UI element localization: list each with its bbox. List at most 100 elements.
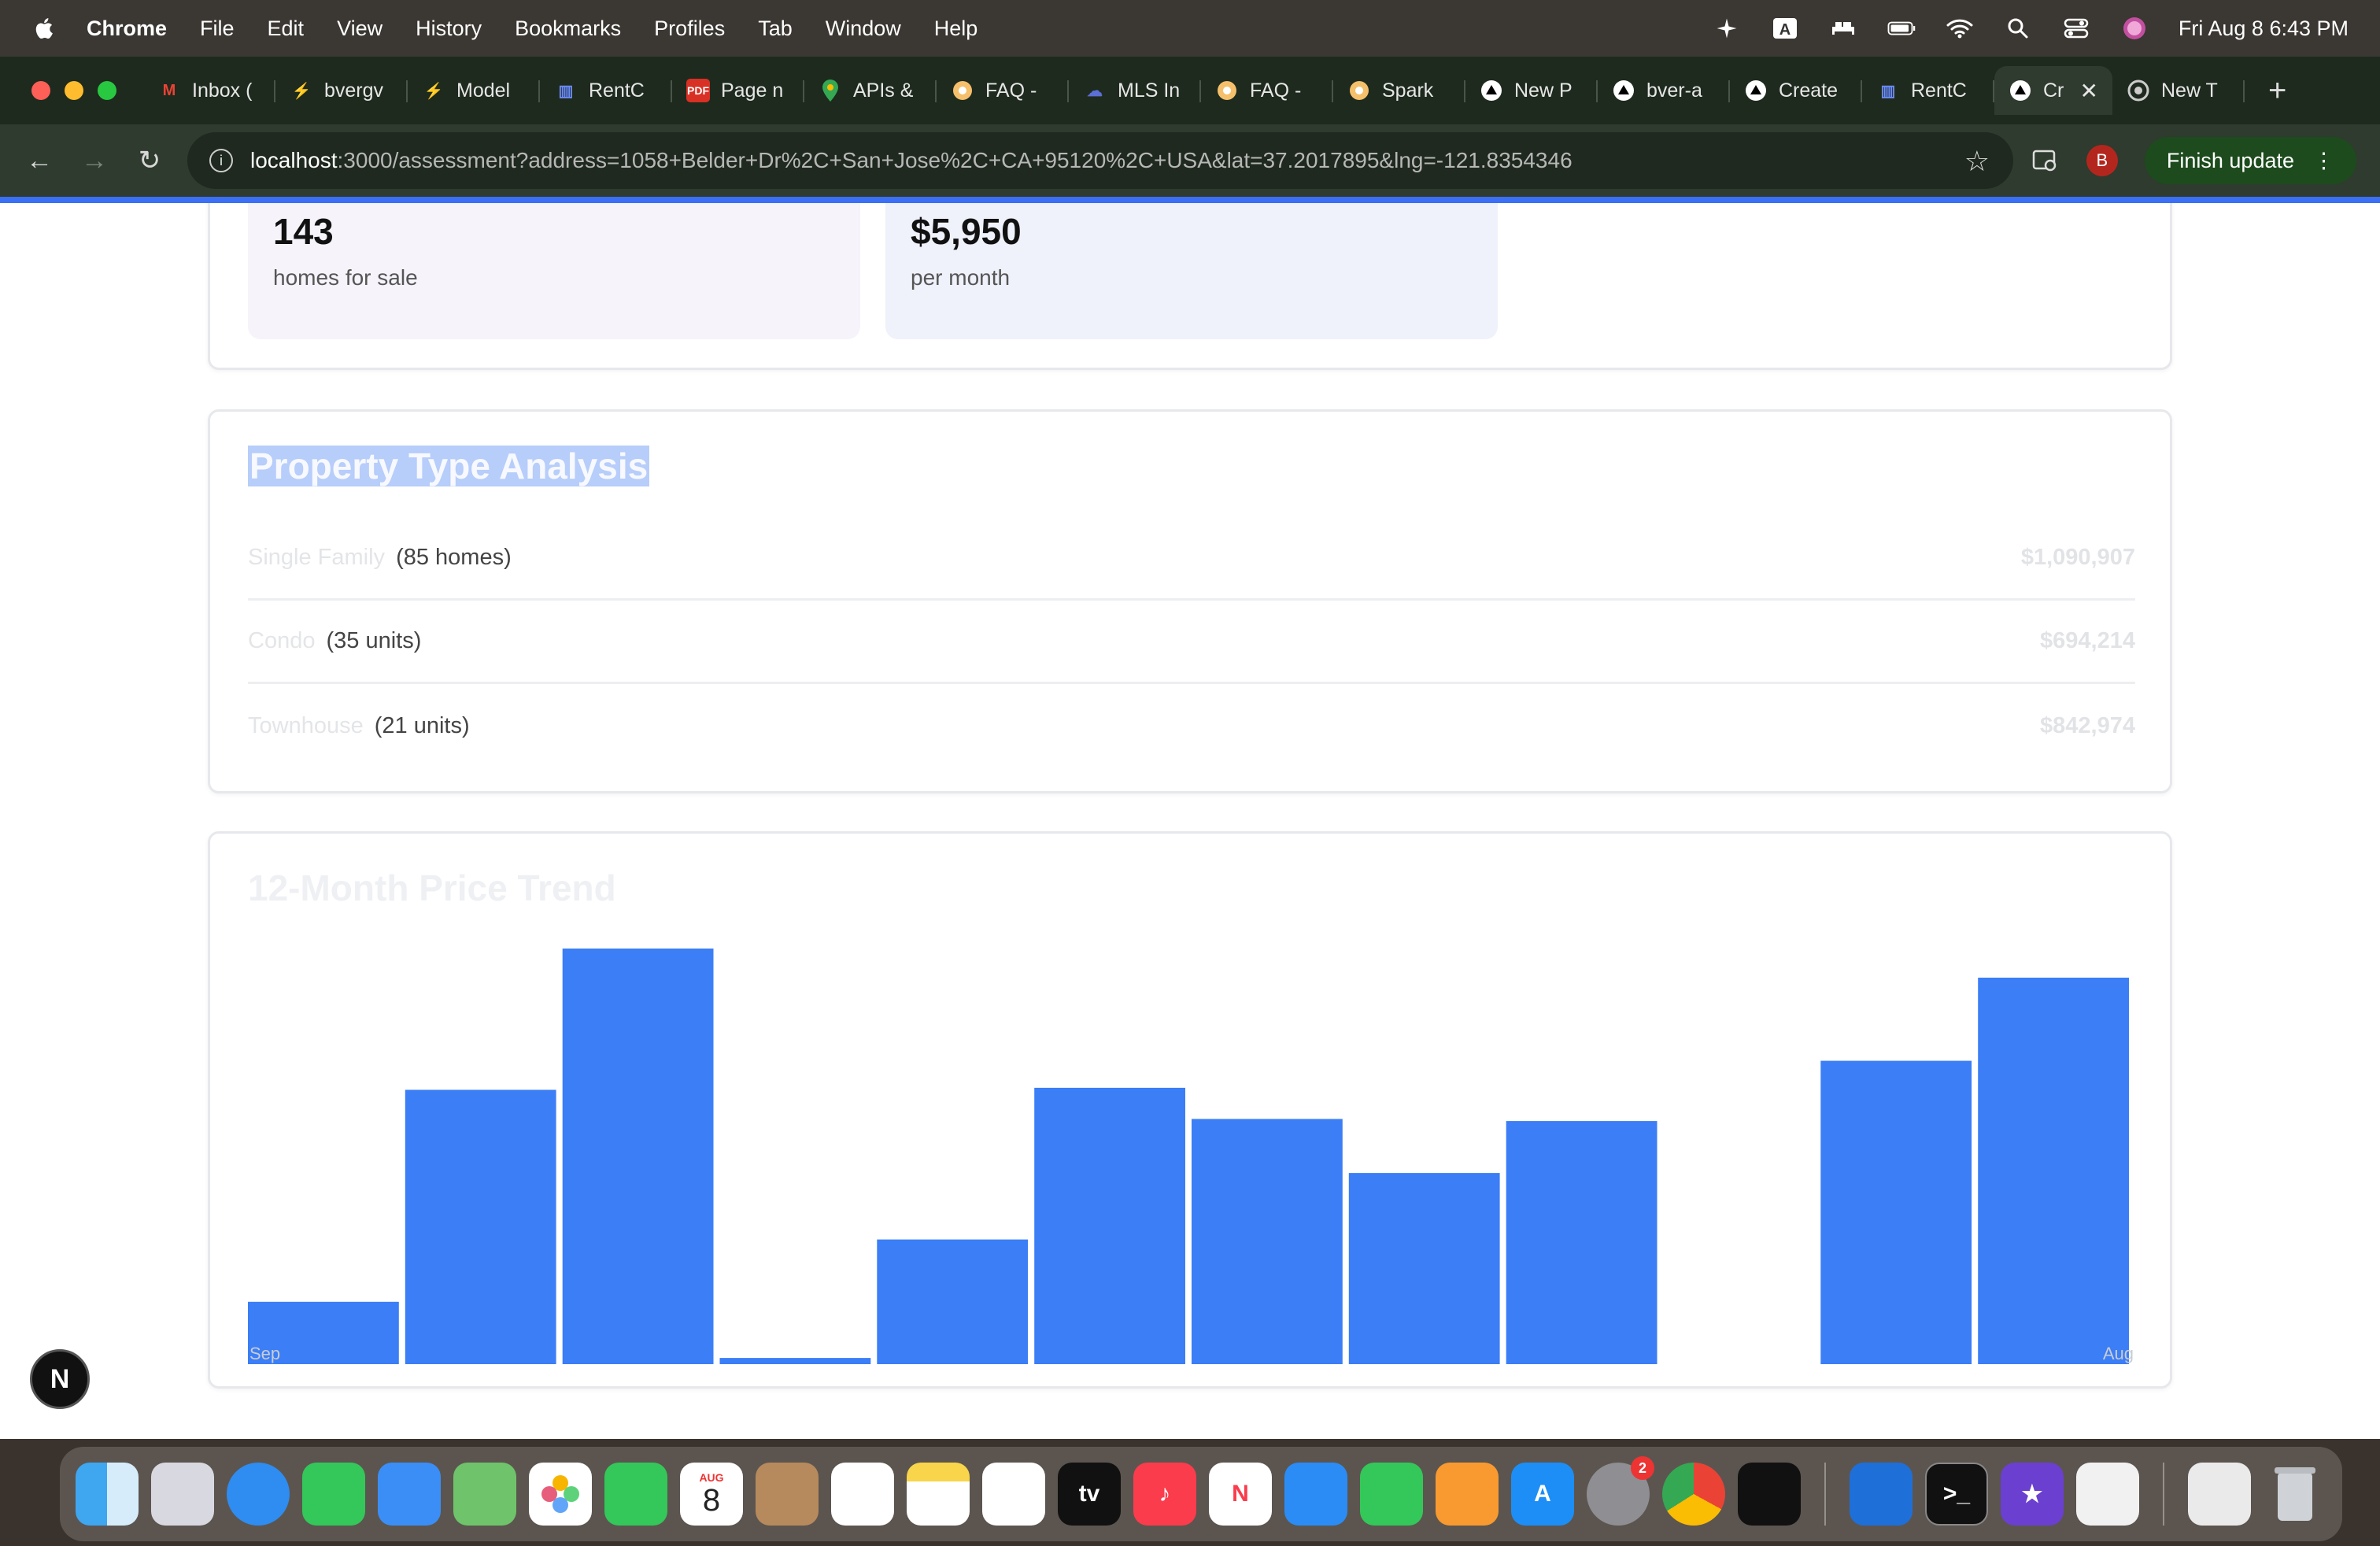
menu-profiles[interactable]: Profiles <box>654 17 725 41</box>
reminders-icon[interactable] <box>831 1463 894 1526</box>
close-tab-icon[interactable]: ✕ <box>2080 78 2098 104</box>
chrome-dock-icon[interactable] <box>1662 1463 1725 1526</box>
macos-menu-bar: Chrome File Edit View History Bookmarks … <box>0 0 2380 57</box>
freeform-icon[interactable] <box>982 1463 1045 1526</box>
contacts-icon[interactable] <box>756 1463 819 1526</box>
app-store-icon[interactable]: A <box>1511 1463 1574 1526</box>
textedit-icon[interactable] <box>2076 1463 2139 1526</box>
xcode-icon[interactable] <box>1850 1463 1913 1526</box>
input-source-icon[interactable]: A <box>1771 17 1799 40</box>
browser-tab[interactable]: New T <box>2112 66 2245 115</box>
price-trend-bar <box>1506 1121 1658 1364</box>
pages-icon[interactable] <box>1436 1463 1499 1526</box>
cube-app-icon[interactable] <box>1738 1463 1801 1526</box>
downloads-stack-icon[interactable] <box>2188 1463 2251 1526</box>
news-icon[interactable]: N <box>1209 1463 1272 1526</box>
browser-tab[interactable]: M Inbox ( <box>143 66 275 115</box>
browser-tab[interactable]: FAQ - <box>1201 66 1333 115</box>
browser-toolbar: ← → ↻ i localhost:3000/assessment?addres… <box>0 124 2380 197</box>
messages-icon[interactable] <box>302 1463 365 1526</box>
forward-arrow-icon[interactable]: → <box>79 145 110 176</box>
mail-icon[interactable] <box>378 1463 441 1526</box>
browser-tab-active[interactable]: Cr ✕ <box>1994 66 2112 115</box>
reload-icon[interactable]: ↻ <box>134 145 165 176</box>
menu-view[interactable]: View <box>337 17 382 41</box>
nextjs-dev-indicator[interactable]: N <box>30 1349 90 1409</box>
browser-tab[interactable]: New P <box>1465 66 1598 115</box>
back-arrow-icon[interactable]: ← <box>24 145 55 176</box>
menu-help[interactable]: Help <box>934 17 978 41</box>
bolt-icon: ⚡ <box>423 82 444 100</box>
minimize-window-button[interactable] <box>65 81 83 100</box>
url-path: :3000/assessment?address=1058+Belder+Dr%… <box>337 148 1572 172</box>
rent-per-month-stat: $5,950 per month <box>885 203 1498 339</box>
finder-icon[interactable] <box>76 1463 139 1526</box>
system-settings-icon[interactable]: 2 <box>1587 1456 1654 1526</box>
bookmark-star-icon[interactable]: ☆ <box>1964 145 1990 178</box>
calendar-icon[interactable]: AUG 8 <box>680 1463 743 1526</box>
siri-icon[interactable] <box>2120 17 2149 40</box>
trash-icon[interactable] <box>2264 1463 2326 1526</box>
notes-icon[interactable] <box>907 1463 970 1526</box>
finish-update-label: Finish update <box>2166 148 2294 172</box>
menu-clock[interactable]: Fri Aug 8 6:43 PM <box>2179 17 2349 41</box>
menu-bookmarks[interactable]: Bookmarks <box>515 17 621 41</box>
browser-tab[interactable]: ⚡ bvergv <box>275 66 408 115</box>
battery-icon[interactable] <box>1887 17 1916 40</box>
menu-app-name[interactable]: Chrome <box>87 17 167 41</box>
zoom-window-button[interactable] <box>98 81 116 100</box>
launchpad-icon[interactable] <box>151 1463 214 1526</box>
browser-tab[interactable]: ▥ RentC <box>540 66 672 115</box>
tab-title: MLS In <box>1118 79 1181 102</box>
close-window-button[interactable] <box>31 81 50 100</box>
browser-tab[interactable]: PDF Page n <box>672 66 804 115</box>
apple-tv-icon[interactable]: tv <box>1058 1463 1121 1526</box>
profile-avatar[interactable]: B <box>2086 145 2118 176</box>
menu-tab[interactable]: Tab <box>758 17 793 41</box>
keynote-icon[interactable] <box>1284 1463 1347 1526</box>
browser-tab[interactable]: FAQ - <box>937 66 1069 115</box>
browser-tab[interactable]: ▥ RentC <box>1862 66 1994 115</box>
control-center-icon[interactable] <box>2062 17 2090 40</box>
browser-tab[interactable]: APIs & <box>804 66 937 115</box>
spark-icon <box>951 79 974 102</box>
browser-tab[interactable]: Create <box>1730 66 1862 115</box>
dock-separator <box>2163 1463 2164 1526</box>
sleep-icon[interactable] <box>1829 17 1857 40</box>
macos-dock: AUG 8 tv ♪ N A 2 >_ ★ <box>60 1447 2342 1541</box>
spotlight-search-icon[interactable] <box>2004 17 2032 40</box>
numbers-icon[interactable] <box>1360 1463 1423 1526</box>
more-menu-icon[interactable]: ⋮ <box>2313 149 2334 173</box>
terminal-icon[interactable]: >_ <box>1925 1463 1988 1526</box>
tab-title: bver-a <box>1646 79 1702 102</box>
tab-search-icon[interactable] <box>2031 149 2060 172</box>
imovie-icon[interactable]: ★ <box>2001 1463 2064 1526</box>
browser-tab[interactable]: ⚡ Model <box>408 66 540 115</box>
menu-edit[interactable]: Edit <box>268 17 305 41</box>
safari-icon[interactable] <box>227 1463 290 1526</box>
facetime-icon[interactable] <box>604 1463 667 1526</box>
finish-update-button[interactable]: Finish update ⋮ <box>2144 137 2356 184</box>
photos-icon[interactable] <box>529 1463 592 1526</box>
apple-menu-icon[interactable] <box>31 15 58 42</box>
maps-icon[interactable] <box>453 1463 516 1526</box>
browser-tab[interactable]: Spark <box>1333 66 1465 115</box>
wifi-icon[interactable] <box>1946 17 1974 40</box>
menu-file[interactable]: File <box>200 17 235 41</box>
menu-window[interactable]: Window <box>826 17 901 41</box>
tab-title: Model <box>456 79 511 102</box>
address-bar[interactable]: i localhost:3000/assessment?address=1058… <box>187 132 2013 189</box>
vercel-icon <box>1744 79 1768 102</box>
site-info-icon[interactable]: i <box>209 149 233 172</box>
type-price: $1,090,907 <box>2020 545 2135 570</box>
browser-tab[interactable]: ☁ MLS In <box>1069 66 1201 115</box>
browser-tab[interactable]: bver-a <box>1598 66 1730 115</box>
price-trend-bar <box>1348 1173 1500 1364</box>
music-icon[interactable]: ♪ <box>1133 1463 1196 1526</box>
bolt-icon: ⚡ <box>291 82 312 100</box>
menu-history[interactable]: History <box>416 17 482 41</box>
sparkle-icon[interactable] <box>1713 17 1741 40</box>
pdf-icon: PDF <box>686 79 710 102</box>
new-tab-button[interactable]: + <box>2268 73 2286 109</box>
notification-badge: 2 <box>1631 1456 1654 1480</box>
